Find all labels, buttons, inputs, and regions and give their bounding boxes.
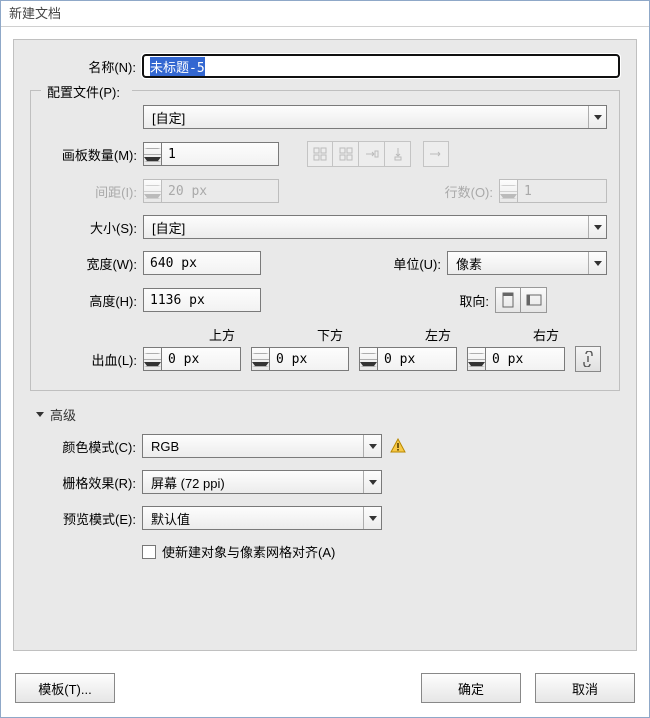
profile-value: [自定] [152,108,185,127]
warning-icon [390,438,406,454]
content-panel: 名称(N): 配置文件(P): [自定] 画板数量(M): [13,39,637,651]
raster-value: 屏幕 (72 ppi) [151,473,225,492]
height-label: 高度(H): [43,291,143,310]
bleed-bottom-input[interactable] [269,347,349,371]
bleed-bottom-stepper[interactable] [251,347,269,371]
size-value: [自定] [152,218,185,237]
raster-label: 栅格效果(R): [30,473,142,492]
profile-group: 配置文件(P): [自定] 画板数量(M): [30,90,620,391]
width-input[interactable] [143,251,261,275]
rows-stepper [499,179,517,203]
profile-combo[interactable]: [自定] [143,105,607,129]
chevron-down-icon [363,507,381,529]
chevron-down-icon [36,412,44,417]
chevron-down-icon [588,106,606,128]
orientation-landscape-icon[interactable] [521,287,547,313]
new-document-dialog: 新建文档 名称(N): 配置文件(P): [自定] 画板数量(M): [0,0,650,718]
checkbox-icon [142,545,156,559]
window-title: 新建文档 [1,1,649,27]
colormode-label: 颜色模式(C): [30,437,142,456]
rows-label: 行数(O): [419,182,499,201]
preview-label: 预览模式(E): [30,509,142,528]
spacing-stepper [143,179,161,203]
arrange-grid-col-icon[interactable] [333,141,359,167]
bleed-right-stepper[interactable] [467,347,485,371]
arrange-grid-row-icon[interactable] [307,141,333,167]
height-input[interactable] [143,288,261,312]
artboards-input[interactable] [161,142,279,166]
raster-combo[interactable]: 屏幕 (72 ppi) [142,470,382,494]
artboards-stepper[interactable] [143,142,161,166]
bleed-right-label: 右方 [467,325,565,344]
bleed-top-stepper[interactable] [143,347,161,371]
size-combo[interactable]: [自定] [143,215,607,239]
pixel-align-label: 使新建对象与像素网格对齐(A) [162,542,335,561]
chevron-down-icon [588,216,606,238]
advanced-disclosure[interactable]: 高级 [36,405,620,424]
bleed-right-input[interactable] [485,347,565,371]
preview-value: 默认值 [151,509,190,528]
bleed-top-label: 上方 [143,325,241,344]
size-label: 大小(S): [43,218,143,237]
pixel-align-checkbox[interactable]: 使新建对象与像素网格对齐(A) [142,542,335,561]
name-input[interactable] [142,54,620,78]
bleed-left-stepper[interactable] [359,347,377,371]
width-label: 宽度(W): [43,254,143,273]
arrange-row-icon[interactable] [359,141,385,167]
bleed-bottom-label: 下方 [251,325,349,344]
advanced-title: 高级 [50,405,76,424]
ok-button[interactable]: 确定 [421,673,521,703]
templates-button[interactable]: 模板(T)... [15,673,115,703]
spacing-label: 间距(I): [43,182,143,201]
cancel-button[interactable]: 取消 [535,673,635,703]
preview-combo[interactable]: 默认值 [142,506,382,530]
arrange-rtl-icon[interactable] [423,141,449,167]
bleed-top-input[interactable] [161,347,241,371]
units-value: 像素 [456,254,482,273]
bleed-left-input[interactable] [377,347,457,371]
chevron-down-icon [363,471,381,493]
artboards-label: 画板数量(M): [43,145,143,164]
orientation-set [495,287,547,313]
name-label: 名称(N): [30,57,142,76]
arrange-iconset [307,141,411,167]
bleed-left-label: 左方 [359,325,457,344]
chevron-down-icon [363,435,381,457]
orientation-label: 取向: [445,291,495,310]
arrange-col-icon[interactable] [385,141,411,167]
colormode-value: RGB [151,439,179,454]
bleed-label: 出血(L): [43,350,143,369]
units-label: 单位(U): [367,254,447,273]
units-combo[interactable]: 像素 [447,251,607,275]
chevron-down-icon [588,252,606,274]
rows-input [517,179,607,203]
orientation-portrait-icon[interactable] [495,287,521,313]
profile-label: 配置文件(P): [47,85,126,100]
spacing-input [161,179,279,203]
button-bar: 模板(T)... 确定 取消 [1,663,649,717]
bleed-link-icon[interactable] [575,346,601,372]
colormode-combo[interactable]: RGB [142,434,382,458]
